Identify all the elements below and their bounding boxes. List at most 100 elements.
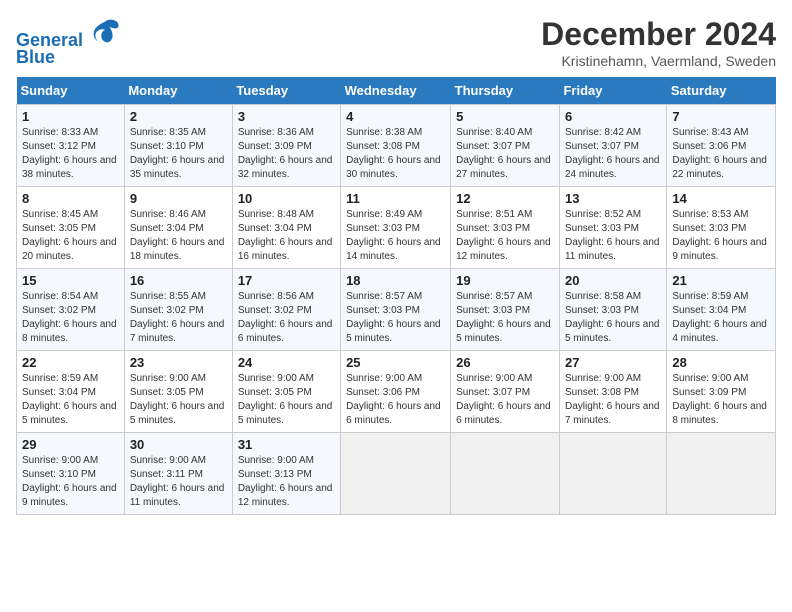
calendar-cell: 16 Sunrise: 8:55 AMSunset: 3:02 PMDayligh… bbox=[124, 269, 232, 351]
day-info: Sunrise: 8:38 AMSunset: 3:08 PMDaylight:… bbox=[346, 126, 445, 182]
day-number: 22 bbox=[22, 355, 119, 370]
day-number: 15 bbox=[22, 273, 119, 288]
col-header-wednesday: Wednesday bbox=[341, 77, 451, 105]
day-number: 24 bbox=[238, 355, 335, 370]
calendar-cell: 2Sunrise: 8:35 AMSunset: 3:10 PMDaylight… bbox=[124, 105, 232, 187]
day-number: 25 bbox=[346, 355, 445, 370]
col-header-monday: Monday bbox=[124, 77, 232, 105]
day-info: Sunrise: 8:52 AMSunset: 3:03 PMDaylight:… bbox=[565, 208, 661, 264]
calendar-cell: 21 Sunrise: 8:59 AMSunset: 3:04 PMDayligh… bbox=[667, 269, 776, 351]
day-number: 16 bbox=[130, 273, 227, 288]
day-info: Sunrise: 8:57 AMSunset: 3:03 PMDaylight:… bbox=[456, 290, 554, 346]
calendar-cell bbox=[667, 433, 776, 515]
day-number: 3 bbox=[238, 109, 335, 124]
calendar-cell: 8 Sunrise: 8:45 AMSunset: 3:05 PMDaylight… bbox=[17, 187, 125, 269]
calendar-table: SundayMondayTuesdayWednesdayThursdayFrid… bbox=[16, 77, 776, 515]
day-info: Sunrise: 9:00 AMSunset: 3:08 PMDaylight:… bbox=[565, 372, 661, 428]
day-info: Sunrise: 8:45 AMSunset: 3:05 PMDaylight:… bbox=[22, 208, 119, 264]
calendar-cell: 29Sunrise: 9:00 AMSunset: 3:10 PMDayligh… bbox=[17, 433, 125, 515]
day-info: Sunrise: 8:55 AMSunset: 3:02 PMDaylight:… bbox=[130, 290, 227, 346]
day-info: Sunrise: 9:00 AMSunset: 3:07 PMDaylight:… bbox=[456, 372, 554, 428]
day-number: 28 bbox=[672, 355, 770, 370]
page-header: General Blue December 2024 Kristinehamn,… bbox=[16, 16, 776, 69]
calendar-cell: 17Sunrise: 8:56 AMSunset: 3:02 PMDayligh… bbox=[232, 269, 340, 351]
calendar-cell bbox=[559, 433, 666, 515]
day-info: Sunrise: 8:57 AMSunset: 3:03 PMDaylight:… bbox=[346, 290, 445, 346]
col-header-tuesday: Tuesday bbox=[232, 77, 340, 105]
calendar-cell: 9Sunrise: 8:46 AMSunset: 3:04 PMDaylight… bbox=[124, 187, 232, 269]
day-number: 20 bbox=[565, 273, 661, 288]
title-block: December 2024 Kristinehamn, Vaermland, S… bbox=[541, 16, 776, 69]
day-info: Sunrise: 9:00 AMSunset: 3:06 PMDaylight:… bbox=[346, 372, 445, 428]
day-number: 4 bbox=[346, 109, 445, 124]
day-info: Sunrise: 8:40 AMSunset: 3:07 PMDaylight:… bbox=[456, 126, 554, 182]
day-info: Sunrise: 8:56 AMSunset: 3:02 PMDaylight:… bbox=[238, 290, 335, 346]
day-number: 26 bbox=[456, 355, 554, 370]
day-number: 8 bbox=[22, 191, 119, 206]
day-number: 7 bbox=[672, 109, 770, 124]
calendar-header-row: SundayMondayTuesdayWednesdayThursdayFrid… bbox=[17, 77, 776, 105]
day-info: Sunrise: 8:36 AMSunset: 3:09 PMDaylight:… bbox=[238, 126, 335, 182]
calendar-cell: 19 Sunrise: 8:57 AMSunset: 3:03 PMDayligh… bbox=[451, 269, 560, 351]
calendar-cell: 25 Sunrise: 9:00 AMSunset: 3:06 PMDayligh… bbox=[341, 351, 451, 433]
day-number: 6 bbox=[565, 109, 661, 124]
day-number: 19 bbox=[456, 273, 554, 288]
calendar-cell: 22 Sunrise: 8:59 AMSunset: 3:04 PMDayligh… bbox=[17, 351, 125, 433]
day-number: 27 bbox=[565, 355, 661, 370]
week-row-3: 15 Sunrise: 8:54 AMSunset: 3:02 PMDayligh… bbox=[17, 269, 776, 351]
week-row-2: 8 Sunrise: 8:45 AMSunset: 3:05 PMDaylight… bbox=[17, 187, 776, 269]
logo-bird-icon bbox=[90, 16, 120, 46]
calendar-cell bbox=[451, 433, 560, 515]
col-header-sunday: Sunday bbox=[17, 77, 125, 105]
day-info: Sunrise: 8:53 AMSunset: 3:03 PMDaylight:… bbox=[672, 208, 770, 264]
calendar-cell: 1 Sunrise: 8:33 AMSunset: 3:12 PMDaylight… bbox=[17, 105, 125, 187]
logo: General Blue bbox=[16, 16, 120, 68]
calendar-cell: 10 Sunrise: 8:48 AMSunset: 3:04 PMDayligh… bbox=[232, 187, 340, 269]
day-info: Sunrise: 8:48 AMSunset: 3:04 PMDaylight:… bbox=[238, 208, 335, 264]
calendar-cell: 18 Sunrise: 8:57 AMSunset: 3:03 PMDayligh… bbox=[341, 269, 451, 351]
day-info: Sunrise: 8:33 AMSunset: 3:12 PMDaylight:… bbox=[22, 126, 119, 182]
calendar-title: December 2024 bbox=[541, 16, 776, 53]
day-info: Sunrise: 8:59 AMSunset: 3:04 PMDaylight:… bbox=[22, 372, 119, 428]
day-number: 31 bbox=[238, 437, 335, 452]
calendar-cell: 15 Sunrise: 8:54 AMSunset: 3:02 PMDayligh… bbox=[17, 269, 125, 351]
day-info: Sunrise: 8:35 AMSunset: 3:10 PMDaylight:… bbox=[130, 126, 227, 182]
day-number: 18 bbox=[346, 273, 445, 288]
day-info: Sunrise: 8:42 AMSunset: 3:07 PMDaylight:… bbox=[565, 126, 661, 182]
calendar-cell: 6 Sunrise: 8:42 AMSunset: 3:07 PMDaylight… bbox=[559, 105, 666, 187]
calendar-subtitle: Kristinehamn, Vaermland, Sweden bbox=[541, 53, 776, 69]
day-number: 23 bbox=[130, 355, 227, 370]
calendar-cell: 20Sunrise: 8:58 AMSunset: 3:03 PMDayligh… bbox=[559, 269, 666, 351]
day-number: 9 bbox=[130, 191, 227, 206]
day-number: 5 bbox=[456, 109, 554, 124]
day-number: 13 bbox=[565, 191, 661, 206]
calendar-cell: 24 Sunrise: 9:00 AMSunset: 3:05 PMDayligh… bbox=[232, 351, 340, 433]
calendar-cell: 31Sunrise: 9:00 AMSunset: 3:13 PMDayligh… bbox=[232, 433, 340, 515]
calendar-cell: 5 Sunrise: 8:40 AMSunset: 3:07 PMDaylight… bbox=[451, 105, 560, 187]
day-info: Sunrise: 9:00 AMSunset: 3:05 PMDaylight:… bbox=[238, 372, 335, 428]
col-header-thursday: Thursday bbox=[451, 77, 560, 105]
week-row-1: 1 Sunrise: 8:33 AMSunset: 3:12 PMDaylight… bbox=[17, 105, 776, 187]
day-info: Sunrise: 8:59 AMSunset: 3:04 PMDaylight:… bbox=[672, 290, 770, 346]
day-number: 10 bbox=[238, 191, 335, 206]
calendar-cell: 11 Sunrise: 8:49 AMSunset: 3:03 PMDayligh… bbox=[341, 187, 451, 269]
logo-text: General bbox=[16, 16, 120, 51]
calendar-cell: 30 Sunrise: 9:00 AMSunset: 3:11 PMDayligh… bbox=[124, 433, 232, 515]
day-number: 11 bbox=[346, 191, 445, 206]
calendar-cell: 14 Sunrise: 8:53 AMSunset: 3:03 PMDayligh… bbox=[667, 187, 776, 269]
day-info: Sunrise: 8:51 AMSunset: 3:03 PMDaylight:… bbox=[456, 208, 554, 264]
day-number: 1 bbox=[22, 109, 119, 124]
day-number: 29 bbox=[22, 437, 119, 452]
day-info: Sunrise: 8:54 AMSunset: 3:02 PMDaylight:… bbox=[22, 290, 119, 346]
day-number: 30 bbox=[130, 437, 227, 452]
calendar-cell: 12 Sunrise: 8:51 AMSunset: 3:03 PMDayligh… bbox=[451, 187, 560, 269]
col-header-saturday: Saturday bbox=[667, 77, 776, 105]
day-number: 14 bbox=[672, 191, 770, 206]
day-info: Sunrise: 9:00 AMSunset: 3:11 PMDaylight:… bbox=[130, 454, 227, 510]
day-number: 21 bbox=[672, 273, 770, 288]
col-header-friday: Friday bbox=[559, 77, 666, 105]
day-number: 12 bbox=[456, 191, 554, 206]
day-info: Sunrise: 8:49 AMSunset: 3:03 PMDaylight:… bbox=[346, 208, 445, 264]
week-row-5: 29Sunrise: 9:00 AMSunset: 3:10 PMDayligh… bbox=[17, 433, 776, 515]
calendar-cell: 7Sunrise: 8:43 AMSunset: 3:06 PMDaylight… bbox=[667, 105, 776, 187]
